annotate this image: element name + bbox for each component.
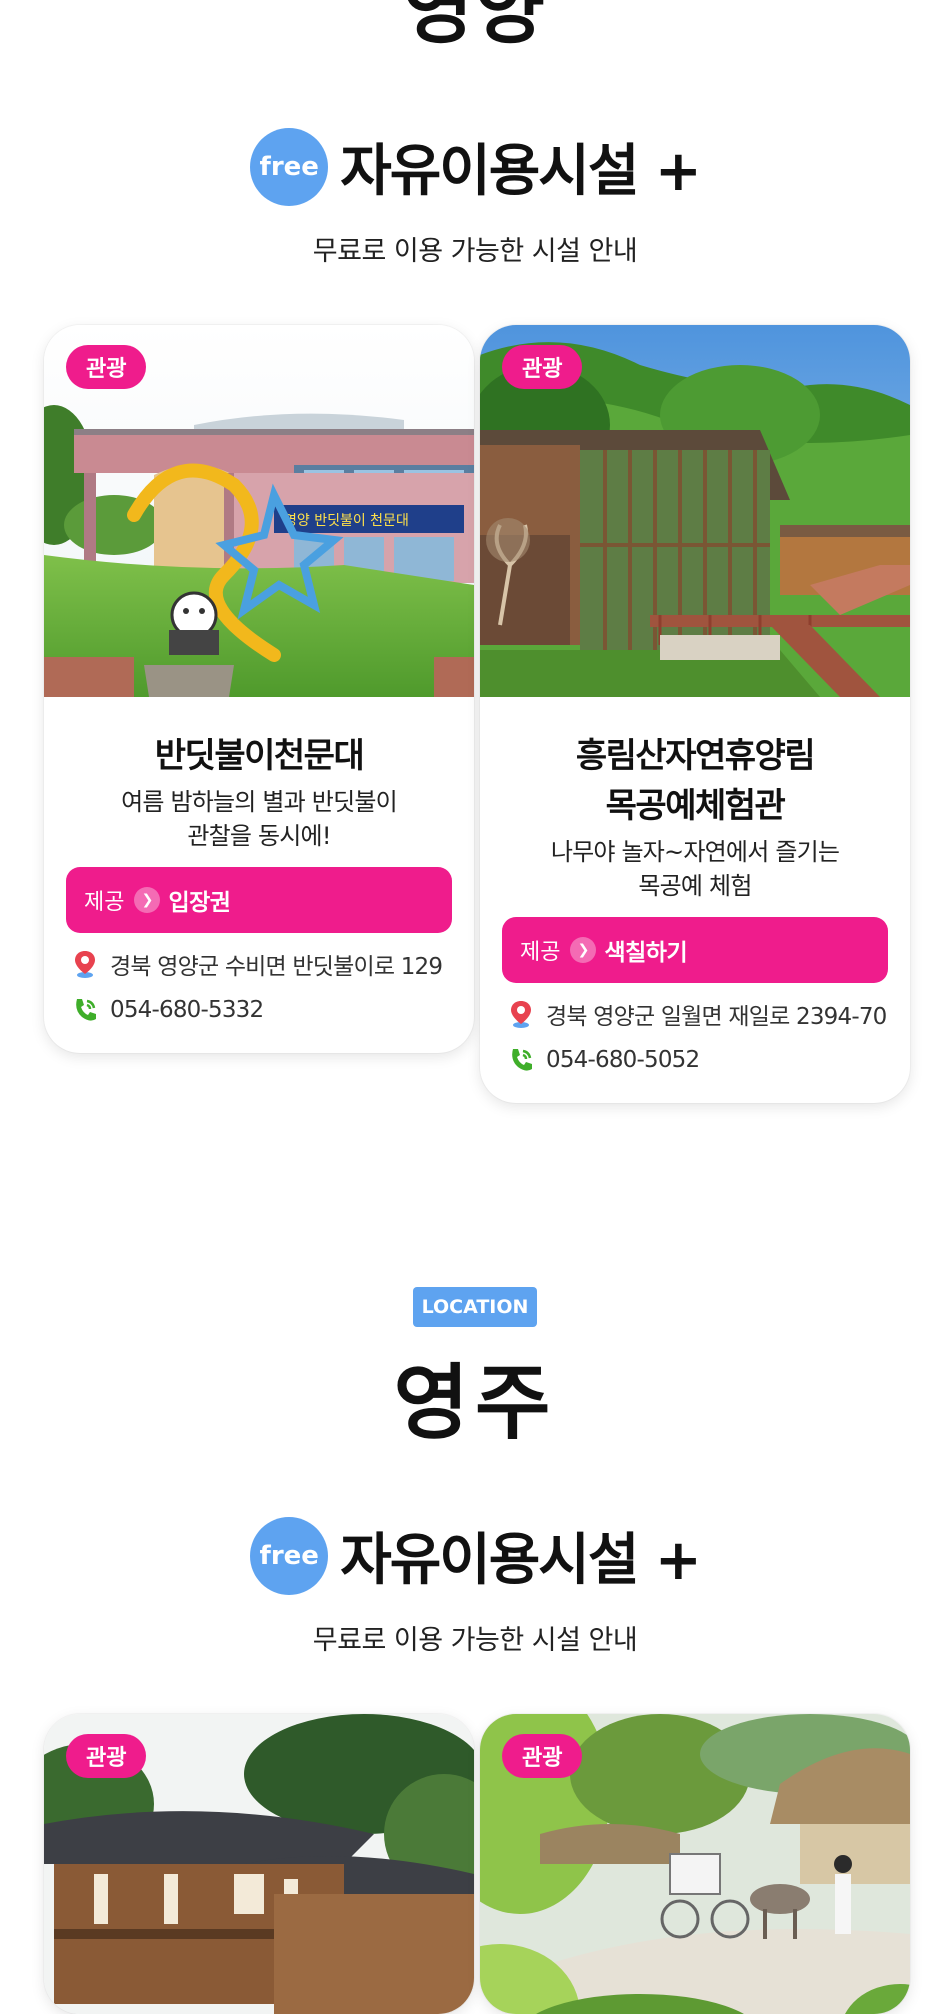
address-row: 경북 영양군 수비면 반딧불이로 129: [66, 947, 452, 981]
free-section-subtitle: 무료로 이용 가능한 시설 안내: [312, 236, 638, 267]
facility-description: 여름 밤하늘의 별과 반딧불이 관찰을 동시에!: [121, 788, 398, 850]
phone-icon: [76, 999, 96, 1021]
address-text: 경북 영양군 수비면 반딧불이로 129: [110, 954, 443, 980]
offer-label: 제공: [84, 890, 125, 915]
facility-photo: 관광: [480, 325, 910, 697]
free-section-subtitle: 무료로 이용 가능한 시설 안내: [312, 1625, 638, 1656]
region-title-yeongju: 영주: [393, 1356, 557, 1451]
facility-photo: 관광: [480, 1714, 910, 2014]
address-row: 경북 영양군 일월면 재일로 2394-70: [502, 997, 888, 1031]
location-badge: LOCATION: [413, 1287, 537, 1327]
category-tag: 관광: [502, 345, 583, 389]
category-tag: 관광: [66, 1734, 147, 1778]
facility-card-woodcraft-center[interactable]: 관광 흥림산자연휴양림 목공예체험관 나무야 놀자~자연에서 즐기는 목공예 체…: [480, 325, 910, 1103]
free-section-header-yeongju: free 자유이용시설 + 무료로 이용 가능한 시설 안내: [0, 1515, 950, 1657]
offer-label: 제공: [520, 940, 561, 965]
offer-button[interactable]: 제공 ❯ 입장권: [66, 867, 452, 933]
phone-text: 054-680-5332: [110, 997, 264, 1023]
location-pin-icon: [75, 951, 95, 978]
free-section-title: 자유이용시설 +: [340, 1528, 702, 1593]
offer-value: 색칠하기: [604, 940, 688, 966]
arrow-right-icon: ❯: [134, 887, 161, 913]
offer-value: 입장권: [168, 890, 231, 916]
facility-title: 반딧불이천문대: [154, 736, 365, 776]
facility-card-firefly-observatory[interactable]: 영양 반딧불이 천문대 관광 반딧불이천문대 여름 밤하늘의 별과 반딧불이 관…: [44, 325, 474, 1053]
facility-title: 흥림산자연휴양림 목공예체험관: [575, 736, 816, 826]
location-pin-icon: [511, 1001, 531, 1028]
free-badge: free: [250, 127, 329, 206]
phone-row[interactable]: 054-680-5332: [66, 995, 452, 1025]
facility-photo: 영양 반딧불이 천문대 관광: [44, 325, 474, 697]
building-sign-text: 영양 반딧불이 천문대: [284, 513, 409, 529]
address-text: 경북 영양군 일월면 재일로 2394-70: [546, 1004, 887, 1030]
facility-card-yeongju-1[interactable]: 관광: [44, 1714, 474, 2014]
category-tag: 관광: [502, 1734, 583, 1778]
free-section-title: 자유이용시설 +: [340, 139, 702, 204]
category-tag: 관광: [66, 345, 147, 389]
phone-row[interactable]: 054-680-5052: [502, 1045, 888, 1075]
arrow-right-icon: ❯: [570, 937, 597, 963]
free-badge: free: [250, 1516, 329, 1595]
facility-card-yeongju-2[interactable]: 관광: [480, 1714, 910, 2014]
facility-photo: 관광: [44, 1714, 474, 2014]
free-section-header: free 자유이용시설 + 무료로 이용 가능한 시설 안내: [0, 126, 950, 268]
phone-icon: [512, 1049, 532, 1071]
offer-button[interactable]: 제공 ❯ 색칠하기: [502, 917, 888, 983]
region-title-yeongyang: 영양: [403, 0, 547, 54]
facility-description: 나무야 놀자~자연에서 즐기는 목공예 체험: [550, 838, 840, 900]
phone-text: 054-680-5052: [546, 1047, 700, 1073]
